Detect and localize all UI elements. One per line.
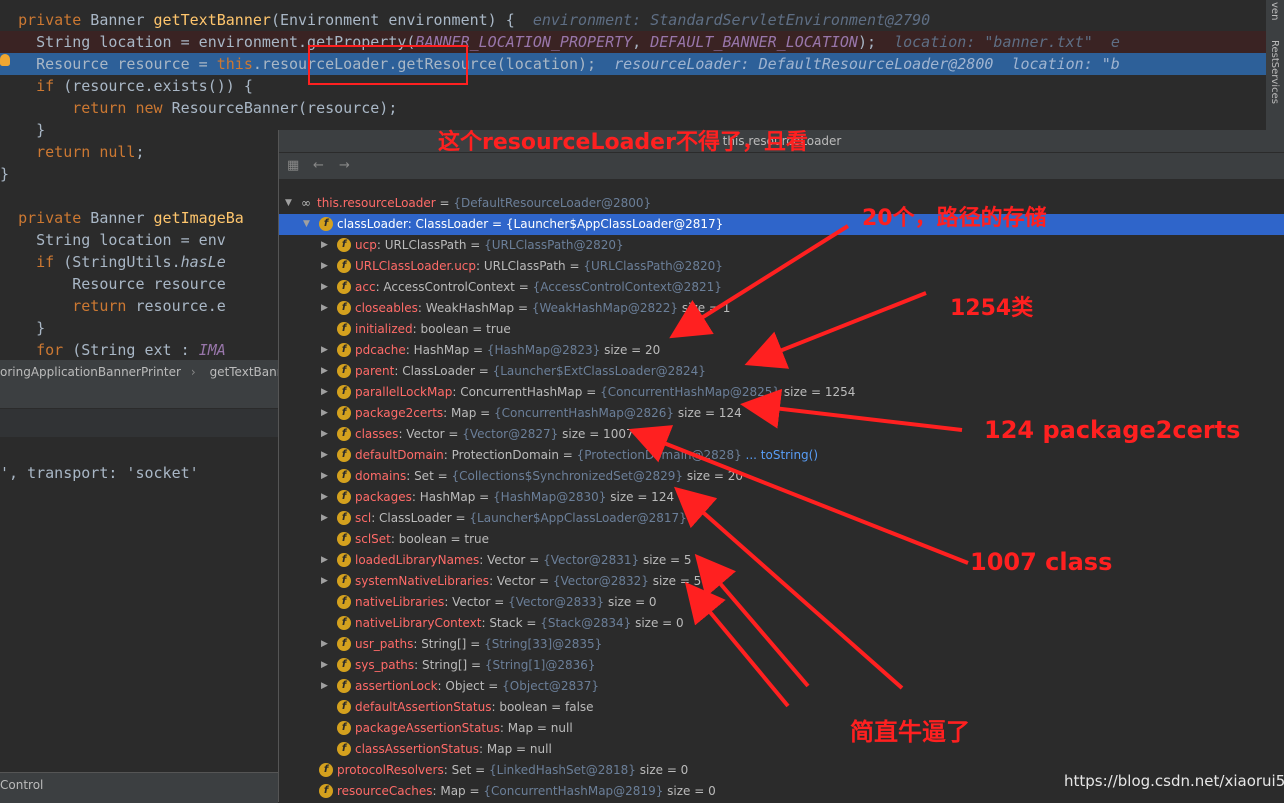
annotation-package2certs: 124 package2certs	[984, 416, 1241, 444]
arrow-package2certs	[740, 388, 963, 432]
arrow-paths	[669, 224, 850, 339]
arrow-1254	[744, 291, 927, 369]
arrow-awesome-1	[674, 486, 904, 690]
annotation-awesome: 简直牛逼了	[850, 718, 970, 746]
annotation-1007: 1007 class	[970, 548, 1113, 576]
watermark: https://blog.csdn.net/xiaorui51	[1064, 772, 1284, 790]
annotation-paths: 20个，路径的存储	[862, 206, 1047, 231]
annotation-1254: 1254类	[950, 296, 1034, 321]
annotation-resource-loader: 这个resourceLoader不得了，且看	[438, 130, 808, 155]
annotation-arrows	[628, 224, 969, 708]
